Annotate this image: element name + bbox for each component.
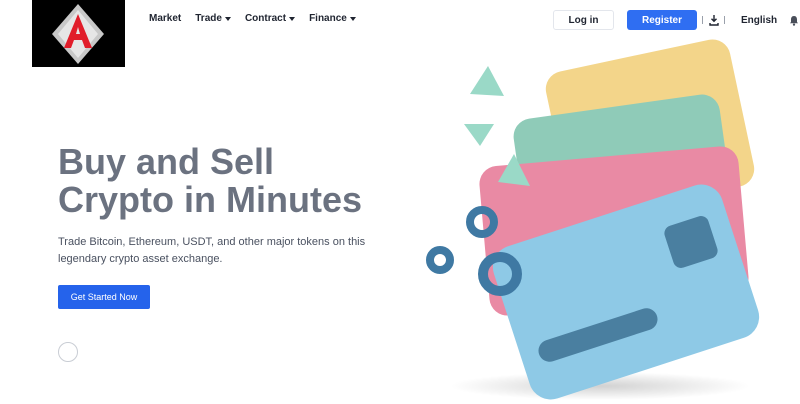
get-started-button[interactable]: Get Started Now <box>58 285 150 309</box>
chevron-down-icon <box>289 16 296 21</box>
divider <box>724 16 725 24</box>
nav-trade-label: Trade <box>195 13 222 24</box>
language-selector[interactable]: English <box>741 15 777 26</box>
bell-icon[interactable] <box>788 14 799 26</box>
hero-subtitle: Trade Bitcoin, Ethereum, USDT, and other… <box>58 236 366 265</box>
register-button[interactable]: Register <box>627 10 697 30</box>
header-actions: Log in Register English <box>553 10 799 30</box>
nav-market-label: Market <box>149 13 182 24</box>
download-icon[interactable] <box>708 14 719 26</box>
nav-contract-label: Contract <box>244 13 287 24</box>
chevron-down-icon <box>224 16 231 21</box>
divider <box>702 16 703 24</box>
ring-shape <box>426 246 454 274</box>
cards-illustration <box>410 36 800 404</box>
nav-market[interactable]: Market <box>149 13 181 24</box>
nav-finance[interactable]: Finance <box>309 13 356 24</box>
nav-finance-label: Finance <box>309 13 347 24</box>
circle-button[interactable] <box>58 342 78 362</box>
triangle-shape <box>470 66 504 96</box>
logo[interactable] <box>32 0 125 67</box>
main-nav: Market Trade Contract Finance <box>149 13 356 24</box>
nav-trade[interactable]: Trade <box>195 13 231 24</box>
logo-icon <box>32 0 125 67</box>
chevron-down-icon <box>349 16 356 21</box>
ring-shape <box>466 206 498 238</box>
login-button[interactable]: Log in <box>553 10 614 30</box>
triangle-shape <box>464 124 494 146</box>
hero-title: Buy and Sell Crypto in Minutes <box>58 141 362 220</box>
nav-contract[interactable]: Contract <box>244 13 296 24</box>
